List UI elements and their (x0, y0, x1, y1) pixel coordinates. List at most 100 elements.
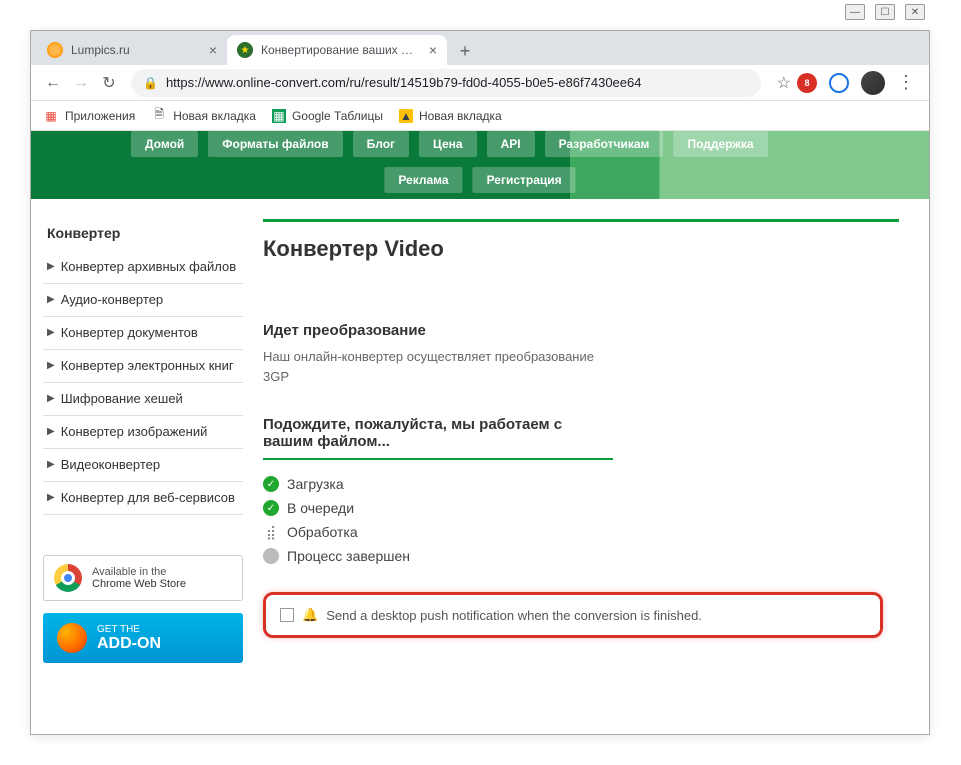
nav-price[interactable]: Цена (419, 131, 477, 157)
step-queue: ✓ В очереди (263, 496, 899, 520)
url-input[interactable]: 🔒 https://www.online-convert.com/ru/resu… (131, 69, 761, 97)
chrome-l2: Chrome Web Store (92, 578, 186, 590)
sidebar-item-ebooks[interactable]: ▶ Конвертер электронных книг (43, 350, 243, 383)
promo-section: Available in the Chrome Web Store GET TH… (43, 555, 243, 663)
ff-l2: ADD-ON (97, 635, 161, 653)
browser-window: Lumpics.ru × ★ Конвертирование ваших фай… (30, 30, 930, 735)
sidebar-item-video[interactable]: ▶Видеоконвертер (43, 449, 243, 482)
nav-devs[interactable]: Разработчикам (545, 131, 664, 157)
sidebar-item-images[interactable]: ▶ Конвертер изображений (43, 416, 243, 449)
back-button[interactable]: ← (39, 69, 67, 97)
status-heading: Идет преобразование (263, 322, 899, 339)
step-label: Обработка (287, 524, 358, 540)
nav-formats[interactable]: Форматы файлов (208, 131, 342, 157)
sidebar: Конвертер ▶Конвертер архивных файлов ▶Ау… (43, 219, 243, 663)
header-nav-row2: Реклама Регистрация (384, 167, 575, 193)
window-close-button[interactable]: ✕ (905, 4, 925, 20)
apps-button[interactable]: ▦ Приложения (43, 108, 135, 124)
sidebar-item-archive[interactable]: ▶Конвертер архивных файлов (43, 251, 243, 284)
address-bar: ← → ↻ 🔒 https://www.online-convert.com/r… (31, 65, 929, 101)
caret-icon: ▶ (47, 490, 55, 506)
tab-close-icon[interactable]: × (429, 42, 437, 58)
caret-icon: ▶ (47, 325, 55, 341)
nav-home[interactable]: Домой (131, 131, 198, 157)
page-viewport[interactable]: Домой Форматы файлов Блог Цена API Разра… (31, 131, 929, 734)
forward-button[interactable]: → (67, 69, 95, 97)
site-header: Домой Форматы файлов Блог Цена API Разра… (31, 131, 929, 199)
check-icon: ✓ (263, 500, 279, 516)
sidebar-item-hash[interactable]: ▶Шифрование хешей (43, 383, 243, 416)
pending-icon (263, 548, 279, 564)
bookmark-label: Новая вкладка (419, 109, 502, 123)
globe-icon[interactable] (829, 73, 849, 93)
lock-icon: 🔒 (143, 76, 158, 90)
bookmark-label: Новая вкладка (173, 109, 256, 123)
sidebar-label: Конвертер архивных файлов (61, 259, 239, 274)
maximize-button[interactable]: ☐ (875, 4, 895, 20)
step-label: Процесс завершен (287, 548, 410, 564)
bookmarks-bar: ▦ Приложения 🗎 Новая вкладка ▦ Google Та… (31, 101, 929, 131)
bookmark-star-icon[interactable]: ☆ (777, 73, 791, 93)
nav-ads[interactable]: Реклама (384, 167, 462, 193)
sidebar-title: Конвертер (43, 219, 243, 251)
step-finished: Процесс завершен (263, 544, 899, 568)
sidebar-label: Шифрование хешей (61, 391, 239, 406)
nav-api[interactable]: API (487, 131, 535, 157)
sidebar-label: Конвертер документов (61, 325, 239, 340)
tab-title: Lumpics.ru (71, 43, 201, 57)
bell-icon: 🔔 (302, 607, 318, 623)
caret-icon: ▶ (47, 457, 55, 473)
bookmark-item[interactable]: 🗎 Новая вкладка (151, 108, 256, 124)
nav-support[interactable]: Поддержка (673, 131, 767, 157)
bookmark-item[interactable]: ▦ Google Таблицы (272, 109, 383, 123)
apps-label: Приложения (65, 109, 135, 123)
profile-avatar[interactable] (861, 71, 885, 95)
tab-converter[interactable]: ★ Конвертирование ваших файло × (227, 35, 447, 65)
sidebar-label: Аудио-конвертер (61, 292, 239, 307)
reload-button[interactable]: ↻ (95, 69, 123, 97)
adblock-icon[interactable]: 8 (797, 73, 817, 93)
sidebar-label: Конвертер изображений (61, 424, 239, 439)
apps-grid-icon: ▦ (43, 108, 59, 124)
sidebar-label: Конвертер электронных книг (61, 358, 239, 373)
step-processing: ⣾ Обработка (263, 520, 899, 544)
browser-menu-button[interactable]: ⋮ (891, 72, 921, 93)
bookmark-label: Google Таблицы (292, 109, 383, 123)
firefox-logo-icon (57, 623, 87, 653)
status-description: Наш онлайн-конвертер осуществляет преобр… (263, 347, 603, 386)
step-label: В очереди (287, 500, 354, 516)
nav-register[interactable]: Регистрация (473, 167, 576, 193)
caret-icon: ▶ (47, 358, 55, 374)
sidebar-item-audio[interactable]: ▶ Аудио-конвертер (43, 284, 243, 317)
lumpics-favicon-icon (47, 42, 63, 58)
page-icon: 🗎 (151, 108, 167, 124)
firefox-addon-badge[interactable]: GET THE ADD-ON (43, 613, 243, 663)
chrome-webstore-badge[interactable]: Available in the Chrome Web Store (43, 555, 243, 601)
page-body: Конвертер ▶Конвертер архивных файлов ▶Ау… (31, 199, 929, 683)
sidebar-item-docs[interactable]: ▶ Конвертер документов (43, 317, 243, 350)
new-tab-button[interactable]: + (451, 37, 479, 65)
url-text: https://www.online-convert.com/ru/result… (166, 75, 642, 90)
bookmark-item[interactable]: ▲ Новая вкладка (399, 109, 502, 123)
tabs-bar: Lumpics.ru × ★ Конвертирование ваших фай… (31, 31, 929, 65)
converter-favicon-icon: ★ (237, 42, 253, 58)
notification-highlight-box: 🔔 Send a desktop push notification when … (263, 592, 883, 638)
chrome-badge-text: Available in the Chrome Web Store (92, 566, 186, 590)
ff-l1: GET THE (97, 624, 161, 635)
caret-icon: ▶ (47, 424, 55, 440)
notification-checkbox[interactable] (280, 608, 294, 622)
tab-lumpics[interactable]: Lumpics.ru × (37, 35, 227, 65)
caret-icon: ▶ (47, 292, 55, 308)
sheets-icon: ▦ (272, 109, 286, 123)
sidebar-item-web[interactable]: ▶ Конвертер для веб-сервисов (43, 482, 243, 515)
chrome-logo-icon (54, 564, 82, 592)
image-icon: ▲ (399, 109, 413, 123)
wait-heading: Подождите, пожалуйста, мы работаем с ваш… (263, 416, 613, 460)
window-controls: — ☐ ✕ (845, 4, 925, 20)
sidebar-label: Конвертер для веб-сервисов (61, 490, 239, 505)
minimize-button[interactable]: — (845, 4, 865, 20)
nav-blog[interactable]: Блог (353, 131, 409, 157)
page-title: Конвертер Video (263, 219, 899, 262)
main-content: Конвертер Video Идет преобразование Наш … (263, 219, 929, 663)
tab-close-icon[interactable]: × (209, 42, 217, 58)
